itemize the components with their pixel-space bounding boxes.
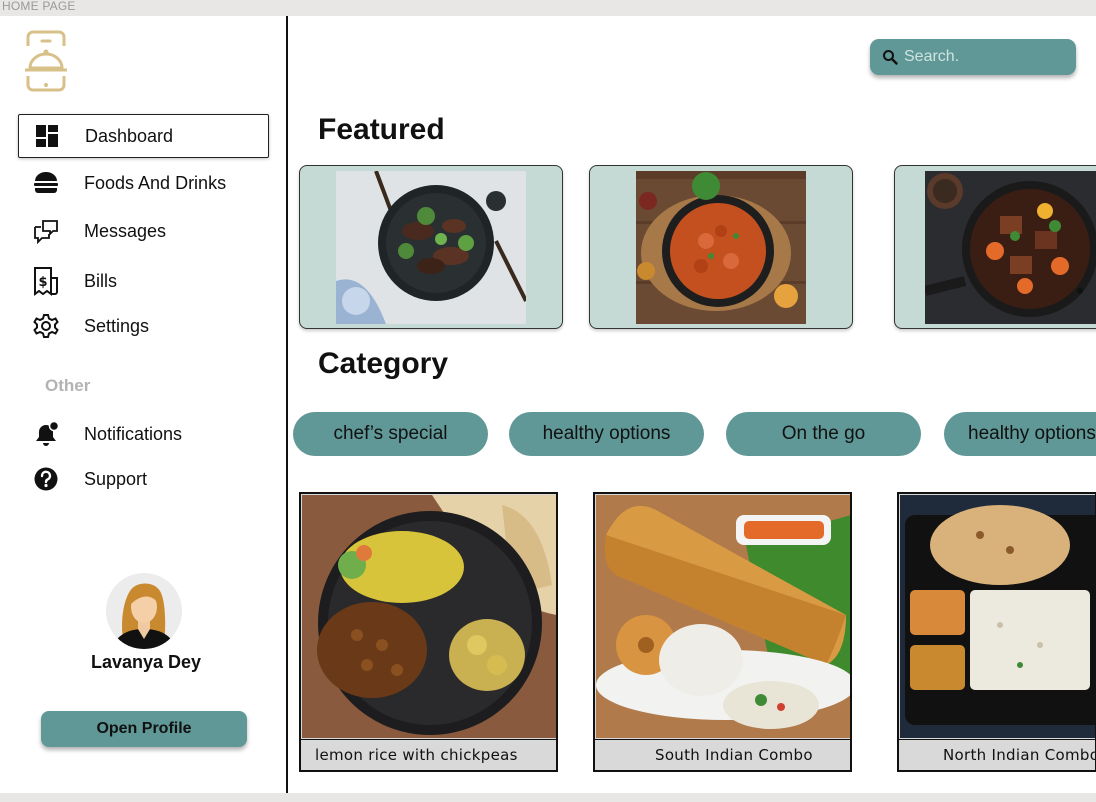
bell-icon bbox=[32, 420, 60, 448]
category-pill[interactable]: healthy options bbox=[944, 412, 1096, 456]
question-icon bbox=[32, 465, 60, 493]
search-icon bbox=[882, 49, 898, 65]
sidebar-item-label: Settings bbox=[84, 315, 150, 336]
section-label-other: Other bbox=[45, 376, 91, 395]
sidebar-item-label: Messages bbox=[84, 220, 167, 241]
user-name: Lavanya Dey bbox=[90, 652, 202, 672]
sidebar-item-bills[interactable]: $ Bills bbox=[18, 259, 269, 303]
category-pill[interactable]: chef’s special bbox=[293, 412, 488, 456]
sidebar: Dashboard Foods And Drinks Messages $ Bi… bbox=[0, 16, 288, 793]
frame-label: HOME PAGE bbox=[2, 0, 76, 13]
featured-card[interactable] bbox=[299, 165, 563, 329]
bill-icon: $ bbox=[32, 267, 60, 296]
app-frame: Dashboard Foods And Drinks Messages $ Bi… bbox=[0, 16, 1096, 793]
category-heading: Category bbox=[318, 347, 449, 380]
featured-photo bbox=[336, 170, 528, 324]
featured-card[interactable] bbox=[589, 165, 853, 329]
dashboard-icon bbox=[33, 122, 61, 150]
dish-name: South Indian Combo bbox=[595, 739, 850, 770]
burger-icon bbox=[32, 169, 60, 197]
sidebar-item-messages[interactable]: Messages bbox=[18, 209, 269, 253]
gear-icon bbox=[32, 312, 60, 340]
featured-photo bbox=[923, 171, 1096, 324]
dish-photo bbox=[596, 495, 850, 738]
featured-card[interactable] bbox=[894, 165, 1096, 329]
sidebar-item-support[interactable]: Support bbox=[18, 457, 269, 501]
featured-heading: Featured bbox=[318, 113, 445, 146]
main-content: Featured bbox=[290, 16, 1096, 793]
sidebar-item-label: Dashboard bbox=[85, 125, 174, 146]
dish-name: lemon rice with chickpeas bbox=[301, 739, 556, 770]
svg-text:$: $ bbox=[38, 275, 47, 290]
dish-card[interactable]: lemon rice with chickpeas bbox=[299, 492, 558, 772]
sidebar-item-label: Notifications bbox=[84, 423, 183, 444]
open-profile-button[interactable]: Open Profile bbox=[41, 711, 247, 747]
sidebar-item-notifications[interactable]: Notifications bbox=[18, 412, 269, 456]
dish-card[interactable]: North Indian Combo bbox=[897, 492, 1096, 772]
search-bar[interactable] bbox=[870, 39, 1076, 75]
sidebar-item-label: Bills bbox=[84, 270, 118, 291]
featured-photo bbox=[636, 171, 806, 324]
sidebar-item-label: Foods And Drinks bbox=[84, 172, 227, 193]
search-input[interactable] bbox=[904, 39, 1064, 75]
sidebar-item-label: Support bbox=[84, 468, 148, 489]
sidebar-item-dashboard[interactable]: Dashboard bbox=[18, 114, 269, 158]
logo-icon bbox=[22, 30, 70, 92]
dish-name: North Indian Combo bbox=[899, 739, 1095, 770]
dish-card[interactable]: South Indian Combo bbox=[593, 492, 852, 772]
avatar[interactable] bbox=[106, 573, 182, 649]
dish-photo bbox=[302, 495, 556, 738]
dish-photo bbox=[900, 495, 1095, 738]
category-pill[interactable]: healthy options bbox=[509, 412, 704, 456]
sidebar-item-settings[interactable]: Settings bbox=[18, 304, 269, 348]
messages-icon bbox=[32, 217, 60, 245]
category-pill[interactable]: On the go bbox=[726, 412, 921, 456]
sidebar-item-foods-and-drinks[interactable]: Foods And Drinks bbox=[18, 161, 269, 205]
